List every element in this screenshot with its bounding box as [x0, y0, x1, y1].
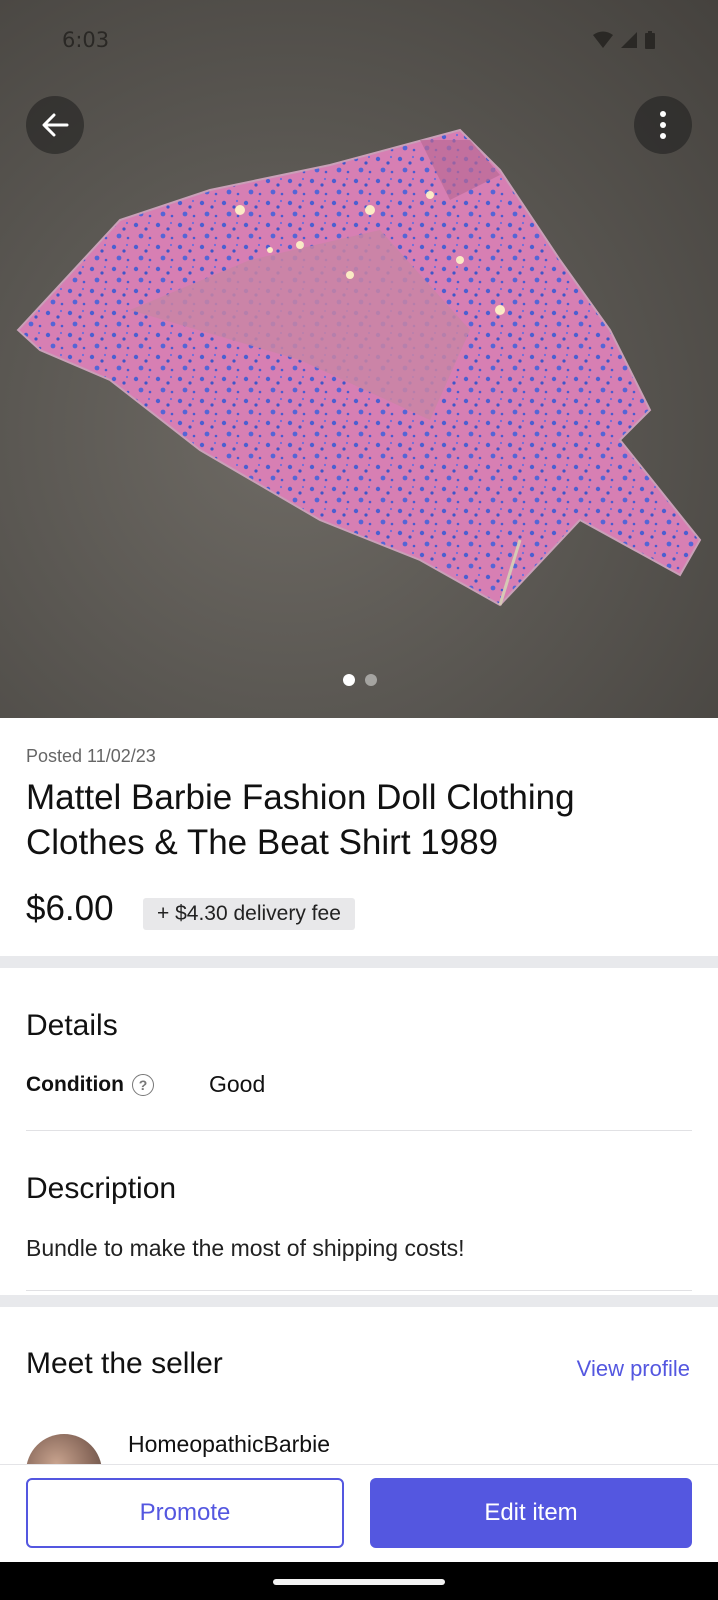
section-divider	[0, 1295, 718, 1307]
description-text: Bundle to make the most of shipping cost…	[26, 1235, 465, 1261]
bottom-action-bar: Promote Edit item	[0, 1464, 718, 1563]
condition-value: Good	[209, 1071, 266, 1097]
edit-item-button[interactable]: Edit item	[370, 1478, 692, 1548]
more-options-button[interactable]	[634, 96, 692, 154]
more-vertical-icon	[660, 111, 666, 139]
home-indicator[interactable]	[273, 1579, 445, 1585]
promote-button[interactable]: Promote	[26, 1478, 344, 1548]
wifi-icon	[593, 31, 613, 48]
listing-price: $6.00	[26, 889, 114, 928]
arrow-left-icon	[42, 113, 69, 137]
status-time: 6:03	[62, 28, 110, 52]
delivery-fee-badge: + $4.30 delivery fee	[143, 898, 355, 930]
listing-title: Mattel Barbie Fashion Doll Clothing Clot…	[26, 778, 575, 862]
listing-photo[interactable]: 6:03	[0, 0, 718, 718]
section-divider	[0, 956, 718, 968]
status-bar: 6:03	[0, 0, 718, 80]
details-heading: Details	[26, 1009, 118, 1042]
gallery-dot[interactable]	[365, 674, 377, 686]
view-profile-link[interactable]: View profile	[577, 1356, 690, 1382]
gallery-dot-active[interactable]	[343, 674, 355, 686]
divider-line	[26, 1130, 692, 1131]
description-heading: Description	[26, 1172, 177, 1205]
shirt-photo-image	[16, 128, 702, 607]
condition-label: Condition	[26, 1073, 124, 1096]
condition-row-label: Condition ?	[26, 1073, 154, 1097]
question-circle-icon[interactable]: ?	[131, 1074, 154, 1096]
signal-icon	[621, 32, 637, 48]
meet-seller-heading: Meet the seller	[26, 1347, 223, 1380]
back-button[interactable]	[26, 96, 84, 154]
gallery-pagination	[330, 668, 390, 692]
battery-icon	[645, 31, 655, 49]
system-navigation-bar	[0, 1562, 718, 1600]
divider-line	[26, 1290, 692, 1291]
seller-name[interactable]: HomeopathicBarbie	[128, 1431, 330, 1458]
status-icons	[592, 30, 656, 50]
posted-date: Posted 11/02/23	[26, 746, 156, 766]
